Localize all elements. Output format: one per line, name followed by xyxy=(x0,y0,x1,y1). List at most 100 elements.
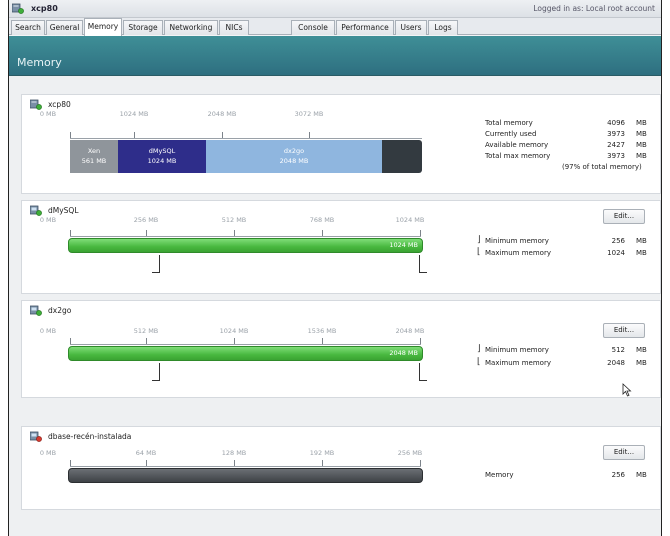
segment-xen[interactable]: Xen 561 MB xyxy=(70,140,118,173)
tick-label: 1024 MB xyxy=(395,216,425,224)
min-marker-icon: ⌋ xyxy=(477,235,481,245)
tick-label: 0 MB xyxy=(39,216,57,224)
vm-panel-dbase: dbase-recén-instalada 0 MB 64 MB 128 MB … xyxy=(21,426,661,510)
section-title: Memory xyxy=(17,56,62,69)
host-memory-panel: xcp80 0 MB 1024 MB 2048 MB 3072 MB Xen 5… xyxy=(21,94,661,194)
stat-value: 512 xyxy=(611,346,625,354)
edit-button[interactable]: Edit... xyxy=(603,209,645,224)
stat-value: 1024 xyxy=(607,249,625,257)
tick-label: 1536 MB xyxy=(307,327,337,335)
stat-label: Minimum memory xyxy=(485,237,549,245)
vm-running-icon xyxy=(30,205,42,216)
edit-button[interactable]: Edit... xyxy=(603,445,645,460)
stat-unit: MB xyxy=(636,119,647,127)
section-header: Memory xyxy=(9,36,661,76)
vm-panel-dx2go: dx2go 0 MB 512 MB 1024 MB 1536 MB 2048 M… xyxy=(21,300,661,398)
tab-logs[interactable]: Logs xyxy=(428,20,458,35)
server-icon xyxy=(30,99,42,110)
tick-label: 256 MB xyxy=(133,216,159,224)
tab-nics[interactable]: NICs xyxy=(219,20,249,35)
axis-line xyxy=(70,344,421,345)
tick-label: 0 MB xyxy=(39,449,57,457)
min-memory-handle[interactable] xyxy=(152,363,160,381)
stat-unit: MB xyxy=(636,346,647,354)
stat-label: Total max memory xyxy=(485,152,551,160)
max-marker-icon: ⌊ xyxy=(477,357,481,367)
tick-label: 192 MB xyxy=(309,449,335,457)
stat-value: 256 xyxy=(611,237,625,245)
tab-bar: Search General Memory Storage Networking… xyxy=(9,18,661,36)
tab-search[interactable]: Search xyxy=(11,20,45,35)
tick-label: 768 MB xyxy=(309,216,335,224)
stat-unit: MB xyxy=(636,152,647,160)
vm-name: dMySQL xyxy=(48,206,79,215)
memory-bar: 2048 MB xyxy=(68,346,423,361)
tab-console[interactable]: Console xyxy=(291,20,335,35)
vm-running-icon xyxy=(30,305,42,316)
tab-networking[interactable]: Networking xyxy=(164,20,218,35)
stat-label: Currently used xyxy=(485,130,537,138)
max-memory-handle[interactable] xyxy=(419,255,427,273)
stat-unit: MB xyxy=(636,130,647,138)
stat-value: 2048 xyxy=(607,359,625,367)
vm-name: dx2go xyxy=(48,306,72,315)
segment-free xyxy=(382,140,422,173)
stat-label: Total memory xyxy=(485,119,533,127)
vm-panel-dmysql: dMySQL 0 MB 256 MB 512 MB 768 MB 1024 MB… xyxy=(21,200,661,294)
tick-label: 128 MB xyxy=(221,449,247,457)
stat-value: 256 xyxy=(611,471,625,479)
stat-value: 3973 xyxy=(607,152,625,160)
axis-line xyxy=(70,138,422,139)
segment-dmysql[interactable]: dMySQL 1024 MB xyxy=(118,140,206,173)
edit-button[interactable]: Edit... xyxy=(603,323,645,338)
vm-halted-icon xyxy=(30,431,42,442)
server-icon xyxy=(12,3,24,14)
tick-label: 512 MB xyxy=(221,216,247,224)
tab-performance[interactable]: Performance xyxy=(336,20,394,35)
tab-memory[interactable]: Memory xyxy=(84,18,122,36)
stat-unit: MB xyxy=(636,141,647,149)
tick-label: 256 MB xyxy=(397,449,423,457)
tick-label: 2048 MB xyxy=(395,327,425,335)
stat-value: 3973 xyxy=(607,130,625,138)
host-panel-name: xcp80 xyxy=(48,100,71,109)
tick-label: 1024 MB xyxy=(219,327,249,335)
memory-bar-value: 2048 MB xyxy=(389,349,418,357)
stat-value: 4096 xyxy=(607,119,625,127)
min-marker-icon: ⌋ xyxy=(477,344,481,354)
host-memory-bar: Xen 561 MB dMySQL 1024 MB dx2go 2048 MB xyxy=(70,140,422,173)
memory-bar-value: 1024 MB xyxy=(389,241,418,249)
tick-label: 3072 MB xyxy=(294,110,324,118)
min-memory-handle[interactable] xyxy=(152,255,160,273)
tick-label: 1024 MB xyxy=(119,110,149,118)
stat-unit: MB xyxy=(636,359,647,367)
stat-label: Maximum memory xyxy=(485,359,551,367)
mouse-cursor-icon xyxy=(622,383,632,397)
title-bar: xcp80 Logged in as: Local root account xyxy=(9,0,661,18)
tick-label: 0 MB xyxy=(39,110,57,118)
stat-unit: MB xyxy=(636,249,647,257)
axis-line xyxy=(70,236,421,237)
stat-label: Available memory xyxy=(485,141,549,149)
tab-storage[interactable]: Storage xyxy=(123,20,163,35)
stat-unit: MB xyxy=(636,237,647,245)
app-window: xcp80 Logged in as: Local root account S… xyxy=(8,0,662,536)
memory-bar: 1024 MB xyxy=(68,238,423,253)
max-memory-handle[interactable] xyxy=(419,363,427,381)
stat-unit: MB xyxy=(636,471,647,479)
vm-name: dbase-recén-instalada xyxy=(48,432,132,441)
tab-general[interactable]: General xyxy=(46,20,83,35)
tick-label: 64 MB xyxy=(135,449,157,457)
stat-value: 2427 xyxy=(607,141,625,149)
tick-label: 2048 MB xyxy=(207,110,237,118)
stat-label: Memory xyxy=(485,471,514,479)
host-name: xcp80 xyxy=(31,4,58,13)
stat-note: (97% of total memory) xyxy=(562,163,642,171)
tick-label: 0 MB xyxy=(39,327,57,335)
tick-label: 512 MB xyxy=(133,327,159,335)
login-status: Logged in as: Local root account xyxy=(533,4,655,13)
tab-users[interactable]: Users xyxy=(395,20,427,35)
axis-line xyxy=(70,466,421,467)
stat-label: Maximum memory xyxy=(485,249,551,257)
segment-dx2go[interactable]: dx2go 2048 MB xyxy=(206,140,382,173)
